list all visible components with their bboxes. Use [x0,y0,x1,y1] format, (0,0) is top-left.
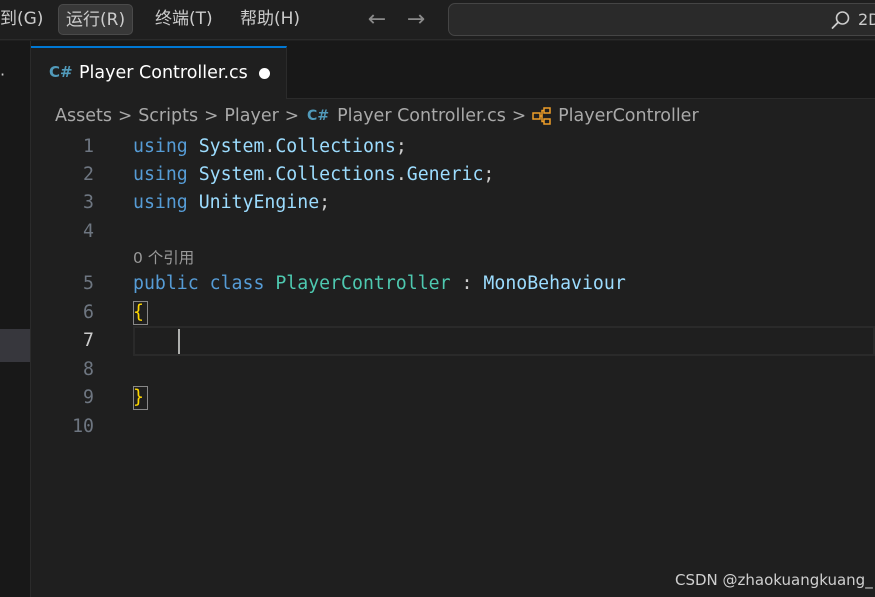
command-center-search[interactable]: 2D [448,3,875,36]
breadcrumb-scripts[interactable]: Scripts [138,106,198,126]
chevron-right-icon: > [204,106,219,126]
unsaved-dot-icon[interactable] [259,68,270,79]
code-text: { [133,299,144,327]
code-token: System [198,136,265,157]
menu-goto[interactable]: 到(G) [0,4,50,35]
code-token: : [450,273,484,294]
activity-strip: · [0,41,31,597]
line-number: 9 [83,387,94,408]
code-line[interactable]: 2 using System.Collections.Generic; [31,161,875,189]
code-token: class [209,273,265,294]
code-token: Collections [275,164,396,185]
strip-more-icon[interactable]: · [0,67,5,83]
code-token: System [198,164,265,185]
chevron-right-icon: > [511,106,527,126]
code-token: Collections [275,136,396,157]
line-number: 2 [83,164,94,185]
line-number: 8 [83,359,94,380]
code-token: MonoBehaviour [483,273,626,294]
code-line[interactable]: 5 public class PlayerController : MonoBeh… [31,270,875,298]
code-token: ; [483,164,495,185]
line-number: 1 [83,136,94,157]
bracket-match-highlight [133,386,148,410]
code-token: using [133,192,188,213]
code-line[interactable]: 9} [31,384,875,412]
code-line[interactable]: 8 [31,356,875,384]
breadcrumb: Assets > Scripts > Player > C# Player Co… [55,103,699,129]
menu-terminal[interactable]: 终端(T) [148,4,220,35]
code-token: using [133,164,188,185]
csharp-file-icon: C# [307,108,330,124]
breadcrumb-assets[interactable]: Assets [55,106,112,126]
code-token: { [133,302,144,323]
code-line[interactable]: 6{ [31,299,875,327]
code-editor[interactable]: 0 个引用 1 using System.Collections; 2 using S… [31,130,875,597]
code-line[interactable]: 10 [31,413,875,441]
chevron-right-icon: > [284,106,300,126]
strip-selected-row [0,329,30,362]
line-number: 4 [83,221,94,242]
code-line[interactable]: 7 [31,327,875,355]
search-icon [831,11,850,29]
line-number: 5 [83,273,94,294]
editor-tab-bar: C# Player Controller.cs [31,41,875,99]
code-token: PlayerController [275,273,451,294]
code-token: . [395,164,407,185]
csharp-file-icon: C# [49,63,73,81]
chevron-right-icon: > [117,106,133,126]
search-text: 2D [858,10,875,29]
line-number: 3 [83,192,94,213]
menu-run[interactable]: 运行(R) [58,4,134,35]
code-line[interactable]: 4 [31,218,875,246]
menu-help[interactable]: 帮助(H) [233,4,307,35]
code-token: . [264,164,276,185]
line-number: 6 [83,302,94,323]
title-bar: 到(G) 运行(R) 终端(T) 帮助(H) ← → 2D [0,0,875,40]
tab-label: Player Controller.cs [79,63,248,83]
breadcrumb-file[interactable]: Player Controller.cs [337,106,506,126]
forward-arrow-icon[interactable]: → [402,6,430,34]
code-line[interactable]: 1 using System.Collections; [31,133,875,161]
code-token: using [133,136,188,157]
back-arrow-icon[interactable]: ← [363,6,391,34]
class-icon [532,107,551,125]
code-text: using System.Collections; [133,133,407,161]
breadcrumb-player[interactable]: Player [224,106,278,126]
code-token: UnityEngine [198,192,320,213]
code-token: ; [395,136,407,157]
line-number: 10 [72,416,94,437]
breadcrumb-symbol[interactable]: PlayerController [558,106,699,126]
line-number: 7 [83,330,94,351]
watermark: CSDN @zhaokuangkuang_ [675,571,873,589]
tab-player-controller[interactable]: C# Player Controller.cs [31,46,287,99]
codelens-references[interactable]: 0 个引用 [133,246,194,270]
code-text: using UnityEngine; [133,189,330,217]
code-token: public [133,273,199,294]
code-line[interactable]: 3 using UnityEngine; [31,189,875,217]
code-token: ; [319,192,331,213]
code-text: using System.Collections.Generic; [133,161,494,189]
code-token: . [264,136,276,157]
code-text: public class PlayerController : MonoBeha… [133,270,626,298]
code-token: Generic [406,164,484,185]
